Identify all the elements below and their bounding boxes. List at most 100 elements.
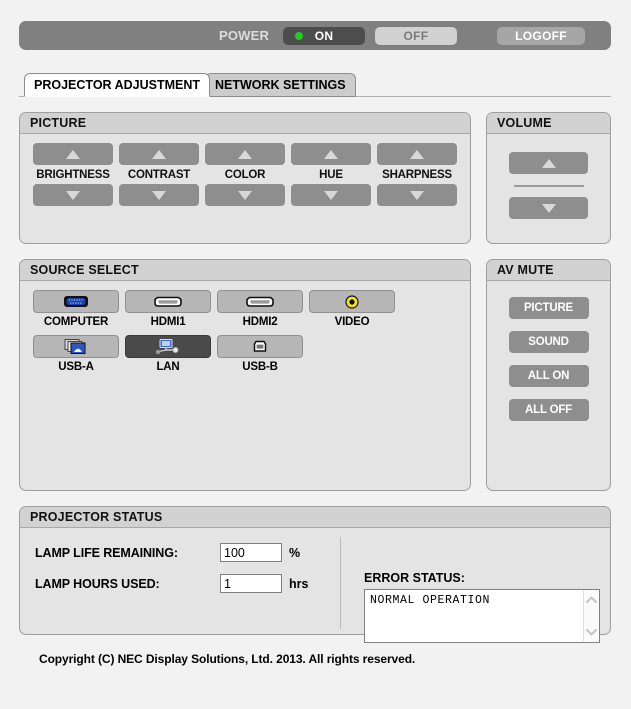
projector-status-body: LAMP LIFE REMAINING: % LAMP HOURS USED: … [20, 529, 610, 643]
picture-panel-title: PICTURE [20, 113, 470, 134]
volume-panel: VOLUME [486, 112, 611, 244]
volume-controls [487, 135, 610, 219]
power-on-label: ON [314, 28, 334, 43]
error-status-group: ERROR STATUS: NORMAL OPERATION [364, 571, 600, 643]
brightness-label: BRIGHTNESS [36, 169, 110, 181]
projector-status-panel-title: PROJECTOR STATUS [20, 507, 610, 528]
source-button-usb-a[interactable] [33, 335, 119, 358]
lamp-life-input[interactable] [220, 543, 282, 562]
source-cell-lan: LAN [125, 335, 211, 373]
hue-down-button[interactable] [291, 184, 371, 206]
source-label-usb-b: USB-B [242, 361, 278, 373]
triangle-up-icon [238, 149, 252, 159]
hdmi-connector-icon [154, 296, 182, 307]
hue-label: HUE [319, 169, 343, 181]
source-cell-hdmi2: HDMI2 [217, 290, 303, 328]
av-mute-buttons: PICTURE SOUND ALL ON ALL OFF [487, 282, 610, 433]
tab-network-settings[interactable]: NETWORK SETTINGS [205, 73, 356, 97]
brightness-up-button[interactable] [33, 143, 113, 165]
picture-control-color: COLOR [205, 143, 285, 206]
lamp-life-unit: % [289, 545, 301, 560]
picture-control-hue: HUE [291, 143, 371, 206]
source-button-hdmi2[interactable] [217, 290, 303, 313]
lamp-info-group: LAMP LIFE REMAINING: % LAMP HOURS USED: … [35, 543, 325, 605]
volume-panel-title: VOLUME [487, 113, 610, 134]
contrast-up-button[interactable] [119, 143, 199, 165]
source-label-hdmi2: HDMI2 [242, 316, 278, 328]
error-status-label: ERROR STATUS: [364, 571, 465, 585]
error-status-scrollbar[interactable] [583, 590, 599, 642]
triangle-up-icon [541, 158, 556, 168]
contrast-label: CONTRAST [127, 169, 191, 181]
source-button-hdmi1[interactable] [125, 290, 211, 313]
volume-down-button[interactable] [509, 197, 588, 219]
source-cell-usb-b: USB-B [217, 335, 303, 373]
tab-bar: PROJECTOR ADJUSTMENT NETWORK SETTINGS [19, 73, 611, 98]
color-down-button[interactable] [205, 184, 285, 206]
source-select-grid: COMPUTER HDMI1 HDMI2 VIDEO USB-A LAN USB… [33, 290, 463, 380]
source-button-computer[interactable] [33, 290, 119, 313]
error-status-textarea[interactable]: NORMAL OPERATION [364, 589, 600, 643]
source-button-usb-b[interactable] [217, 335, 303, 358]
source-row-2: USB-A LAN USB-B [33, 335, 463, 373]
source-select-panel-title: SOURCE SELECT [20, 260, 470, 281]
power-off-label: OFF [403, 28, 429, 43]
lamp-hours-row: LAMP HOURS USED: hrs [35, 574, 325, 593]
logoff-label: LOGOFF [515, 28, 567, 43]
chevron-up-icon[interactable] [586, 596, 597, 603]
sharpness-down-button[interactable] [377, 184, 457, 206]
error-status-text: NORMAL OPERATION [370, 594, 491, 607]
chevron-down-icon[interactable] [586, 629, 597, 636]
triangle-up-icon [410, 149, 424, 159]
tab-projector-adjustment[interactable]: PROJECTOR ADJUSTMENT [24, 73, 210, 97]
av-mute-picture-label: PICTURE [523, 302, 574, 314]
power-on-button[interactable]: ON [283, 26, 365, 45]
source-cell-hdmi1: HDMI1 [125, 290, 211, 328]
tab-projector-adjustment-label: PROJECTOR ADJUSTMENT [34, 78, 200, 92]
av-mute-panel: AV MUTE PICTURE SOUND ALL ON ALL OFF [486, 259, 611, 491]
picture-control-contrast: CONTRAST [119, 143, 199, 206]
av-mute-all-on-label: ALL ON [527, 370, 570, 382]
triangle-up-icon [324, 149, 338, 159]
brightness-down-button[interactable] [33, 184, 113, 206]
projector-status-panel: PROJECTOR STATUS LAMP LIFE REMAINING: % … [19, 506, 611, 643]
volume-divider [513, 185, 584, 187]
contrast-down-button[interactable] [119, 184, 199, 206]
picture-controls: BRIGHTNESS CONTRAST COLOR HUE SHARPNESS [33, 143, 457, 206]
slide-stack-icon [64, 339, 86, 354]
av-mute-sound-button[interactable]: SOUND [508, 331, 589, 353]
lamp-hours-unit: hrs [289, 576, 309, 591]
usb-b-connector-icon [253, 340, 267, 352]
triangle-down-icon [238, 190, 252, 200]
volume-up-button[interactable] [509, 152, 588, 174]
source-button-video[interactable] [309, 290, 395, 313]
color-label: COLOR [224, 169, 266, 181]
source-label-computer: COMPUTER [43, 316, 109, 328]
av-mute-all-off-button[interactable]: ALL OFF [508, 399, 589, 421]
vga-connector-icon [64, 296, 88, 307]
logoff-button[interactable]: LOGOFF [497, 26, 585, 45]
av-mute-all-on-button[interactable]: ALL ON [508, 365, 589, 387]
triangle-down-icon [324, 190, 338, 200]
source-label-usb-a: USB-A [58, 361, 94, 373]
power-label: POWER [219, 28, 270, 43]
power-led-icon [295, 31, 303, 40]
lamp-hours-input[interactable] [220, 574, 282, 593]
picture-control-sharpness: SHARPNESS [377, 143, 457, 206]
color-up-button[interactable] [205, 143, 285, 165]
picture-control-brightness: BRIGHTNESS [33, 143, 113, 206]
av-mute-sound-label: SOUND [528, 336, 569, 348]
sharpness-up-button[interactable] [377, 143, 457, 165]
hue-up-button[interactable] [291, 143, 371, 165]
power-bar: POWER ON OFF LOGOFF [19, 21, 611, 50]
lamp-life-row: LAMP LIFE REMAINING: % [35, 543, 325, 562]
av-mute-picture-button[interactable]: PICTURE [508, 297, 589, 319]
hdmi-connector-icon [246, 296, 274, 307]
power-off-button[interactable]: OFF [375, 26, 457, 45]
rca-jack-icon [345, 294, 359, 309]
triangle-up-icon [66, 149, 80, 159]
source-button-lan[interactable] [125, 335, 211, 358]
av-mute-panel-title: AV MUTE [487, 260, 610, 281]
lamp-hours-label: LAMP HOURS USED: [35, 576, 160, 591]
sharpness-label: SHARPNESS [382, 169, 452, 181]
